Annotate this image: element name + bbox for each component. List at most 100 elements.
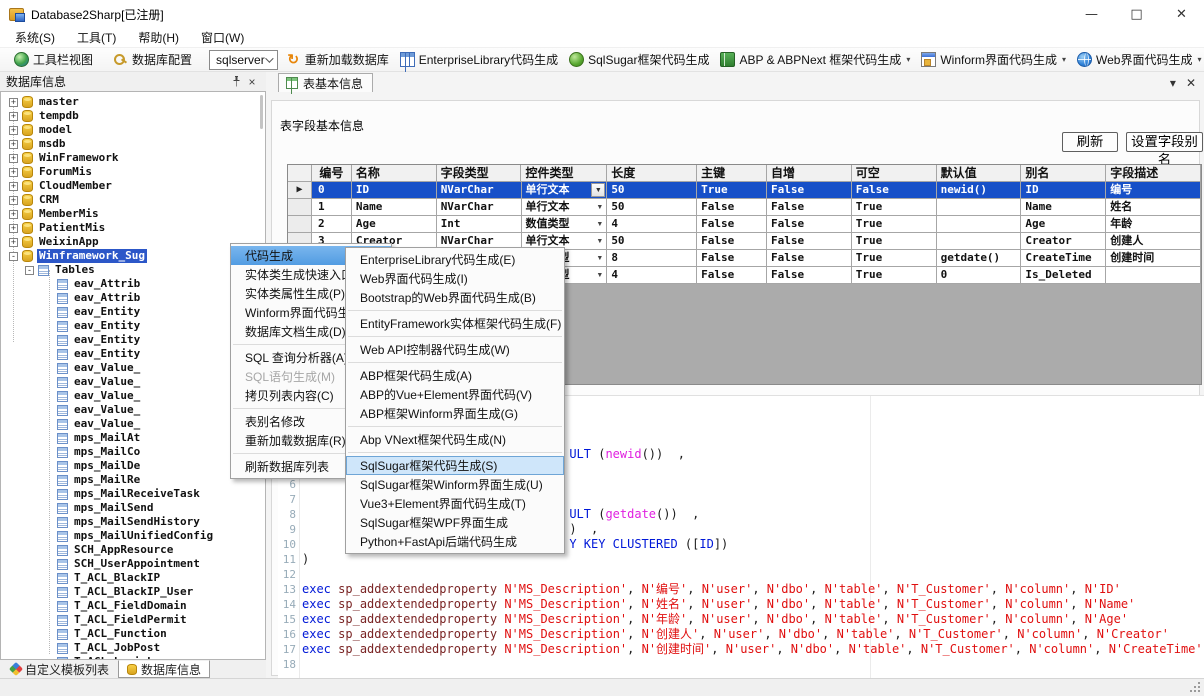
panel-close-icon[interactable]: × bbox=[244, 74, 260, 89]
db-tree[interactable]: +master+tempdb+model+msdb+WinFramework+F… bbox=[0, 91, 266, 660]
tree-item[interactable]: +WinFramework bbox=[1, 151, 265, 165]
grid-cell[interactable] bbox=[1106, 267, 1201, 284]
abp-codegen-button[interactable]: ABP & ABPNext 框架代码生成 ▾ bbox=[717, 49, 913, 70]
grid-row[interactable]: 1NameNVarChar单行文本▼50FalseFalseTrueName姓名 bbox=[288, 199, 1201, 216]
grid-cell[interactable]: False bbox=[767, 182, 852, 199]
submenu-item[interactable]: ABP框架Winform界面生成(G) bbox=[346, 404, 564, 423]
tab-close-icon[interactable]: ✕ bbox=[1186, 76, 1196, 90]
tree-item[interactable]: mps_MailReceiveTask bbox=[1, 487, 265, 501]
submenu-item[interactable]: EntityFramework实体框架代码生成(F) bbox=[346, 314, 564, 333]
tree-item[interactable]: T_ACL_Function bbox=[1, 627, 265, 641]
combo-dropdown-icon[interactable]: ▼ bbox=[596, 250, 603, 267]
grid-cell[interactable]: 姓名 bbox=[1106, 199, 1201, 216]
tree-item[interactable]: +model bbox=[1, 123, 265, 137]
grid-cell[interactable]: False bbox=[767, 233, 852, 250]
tree-expander-icon[interactable]: + bbox=[9, 98, 18, 107]
tree-item[interactable]: +MemberMis bbox=[1, 207, 265, 221]
tree-item[interactable]: eav_Value_ bbox=[1, 403, 265, 417]
menubar-item[interactable]: 帮助(H) bbox=[127, 28, 190, 48]
winform-codegen-button[interactable]: Winform界面代码生成 ▾ bbox=[918, 49, 1069, 70]
bottom-tab-database[interactable]: 数据库信息 bbox=[118, 660, 210, 678]
resize-grip[interactable] bbox=[1198, 690, 1200, 692]
row-selector-cell[interactable] bbox=[288, 199, 312, 216]
grid-cell[interactable]: 4 bbox=[607, 216, 697, 233]
toolbar-view-button[interactable]: 工具栏视图 bbox=[11, 49, 96, 70]
grid-cell[interactable]: True bbox=[852, 267, 937, 284]
submenu-item[interactable]: Bootstrap的Web界面代码生成(B) bbox=[346, 288, 564, 307]
tree-expander-icon[interactable]: + bbox=[9, 168, 18, 177]
combo-dropdown-icon[interactable]: ▼ bbox=[596, 216, 603, 233]
grid-cell[interactable]: 年龄 bbox=[1106, 216, 1201, 233]
grid-cell[interactable]: ID bbox=[352, 182, 437, 199]
grid-cell[interactable]: 8 bbox=[607, 250, 697, 267]
grid-cell[interactable]: 创建人 bbox=[1106, 233, 1201, 250]
grid-cell[interactable]: False bbox=[767, 250, 852, 267]
combo-dropdown-icon[interactable]: ▼ bbox=[591, 183, 605, 197]
tree-expander-icon[interactable]: + bbox=[9, 196, 18, 205]
grid-cell[interactable]: 1 bbox=[312, 199, 352, 216]
grid-cell[interactable]: True bbox=[852, 233, 937, 250]
sqlsugar-codegen-button[interactable]: SqlSugar框架代码生成 bbox=[566, 49, 712, 70]
submenu-item[interactable]: ABP框架代码生成(A) bbox=[346, 366, 564, 385]
row-selector-cell[interactable] bbox=[288, 216, 312, 233]
tree-item[interactable]: eav_Entity bbox=[1, 305, 265, 319]
tree-expander-icon[interactable]: + bbox=[9, 112, 18, 121]
grid-cell[interactable]: False bbox=[697, 199, 767, 216]
tree-expander-icon[interactable]: + bbox=[9, 126, 18, 135]
tree-item[interactable]: -Winframework_Sug bbox=[1, 249, 265, 263]
grid-row[interactable]: ▶0IDNVarChar单行文本▼50TrueFalseFalsenewid()… bbox=[288, 182, 1201, 199]
tree-item[interactable]: eav_Attrib bbox=[1, 291, 265, 305]
refresh-button[interactable]: 刷新 bbox=[1062, 132, 1118, 152]
grid-cell[interactable]: 4 bbox=[607, 267, 697, 284]
grid-cell[interactable]: 创建时间 bbox=[1106, 250, 1201, 267]
grid-cell[interactable]: 2 bbox=[312, 216, 352, 233]
grid-cell[interactable]: False bbox=[767, 216, 852, 233]
grid-cell[interactable]: ID bbox=[1021, 182, 1106, 199]
tree-item[interactable]: T_ACL_FieldPermit bbox=[1, 613, 265, 627]
grid-column-header[interactable]: 字段描述 bbox=[1106, 165, 1201, 182]
grid-cell[interactable]: False bbox=[767, 199, 852, 216]
tree-item[interactable]: eav_Entity bbox=[1, 319, 265, 333]
grid-cell[interactable]: Creator bbox=[1021, 233, 1106, 250]
tree-item[interactable]: mps_MailCo bbox=[1, 445, 265, 459]
grid-cell[interactable]: Age bbox=[1021, 216, 1106, 233]
tree-item[interactable]: +CRM bbox=[1, 193, 265, 207]
grid-cell[interactable]: 单行文本▼ bbox=[522, 199, 608, 216]
grid-cell[interactable] bbox=[937, 233, 1022, 250]
grid-column-header[interactable]: 主键 bbox=[697, 165, 767, 182]
submenu-item[interactable]: Python+FastApi后端代码生成 bbox=[346, 532, 564, 551]
grid-cell[interactable]: 50 bbox=[607, 199, 697, 216]
tree-item[interactable]: T_ACL_BlackIP bbox=[1, 571, 265, 585]
row-selector-cell[interactable]: ▶ bbox=[288, 182, 312, 199]
tree-item[interactable]: eav_Entity bbox=[1, 333, 265, 347]
tree-item[interactable]: -Tables bbox=[1, 263, 265, 277]
menubar-item[interactable]: 系统(S) bbox=[4, 28, 66, 48]
grid-cell[interactable]: True bbox=[852, 216, 937, 233]
tree-item[interactable]: +PatientMis bbox=[1, 221, 265, 235]
combo-dropdown-icon[interactable]: ▼ bbox=[596, 267, 603, 284]
web-codegen-button[interactable]: Web界面代码生成 ▾ bbox=[1074, 49, 1204, 70]
submenu-item[interactable]: ABP的Vue+Element界面代码(V) bbox=[346, 385, 564, 404]
grid-column-header[interactable]: 默认值 bbox=[937, 165, 1022, 182]
tree-item[interactable]: mps_MailRe bbox=[1, 473, 265, 487]
grid-row[interactable]: 2AgeInt数值类型▼4FalseFalseTrueAge年龄 bbox=[288, 216, 1201, 233]
dropdown-arrow-icon[interactable]: ▾ bbox=[906, 55, 910, 64]
tree-item[interactable]: T_ACL_BlackIP_User bbox=[1, 585, 265, 599]
grid-cell[interactable]: getdate() bbox=[937, 250, 1022, 267]
tree-item[interactable]: +msdb bbox=[1, 137, 265, 151]
tree-expander-icon[interactable]: + bbox=[9, 140, 18, 149]
grid-cell[interactable]: False bbox=[852, 182, 937, 199]
tree-item[interactable]: eav_Entity bbox=[1, 347, 265, 361]
tree-item[interactable]: T_ACL_JobPost bbox=[1, 641, 265, 655]
submenu-item[interactable]: SqlSugar框架Winform界面生成(U) bbox=[346, 475, 564, 494]
grid-cell[interactable]: 编号 bbox=[1106, 182, 1201, 199]
grid-column-header[interactable]: 长度 bbox=[607, 165, 697, 182]
close-button[interactable]: ✕ bbox=[1159, 0, 1204, 28]
tree-item[interactable]: eav_Attrib bbox=[1, 277, 265, 291]
tree-item[interactable]: T_ACL_FieldDomain bbox=[1, 599, 265, 613]
grid-cell[interactable]: False bbox=[697, 233, 767, 250]
grid-cell[interactable]: 0 bbox=[937, 267, 1022, 284]
db-config-button[interactable]: 数据库配置 bbox=[110, 49, 195, 70]
grid-column-header[interactable]: 字段类型 bbox=[437, 165, 522, 182]
tree-item[interactable]: +CloudMember bbox=[1, 179, 265, 193]
